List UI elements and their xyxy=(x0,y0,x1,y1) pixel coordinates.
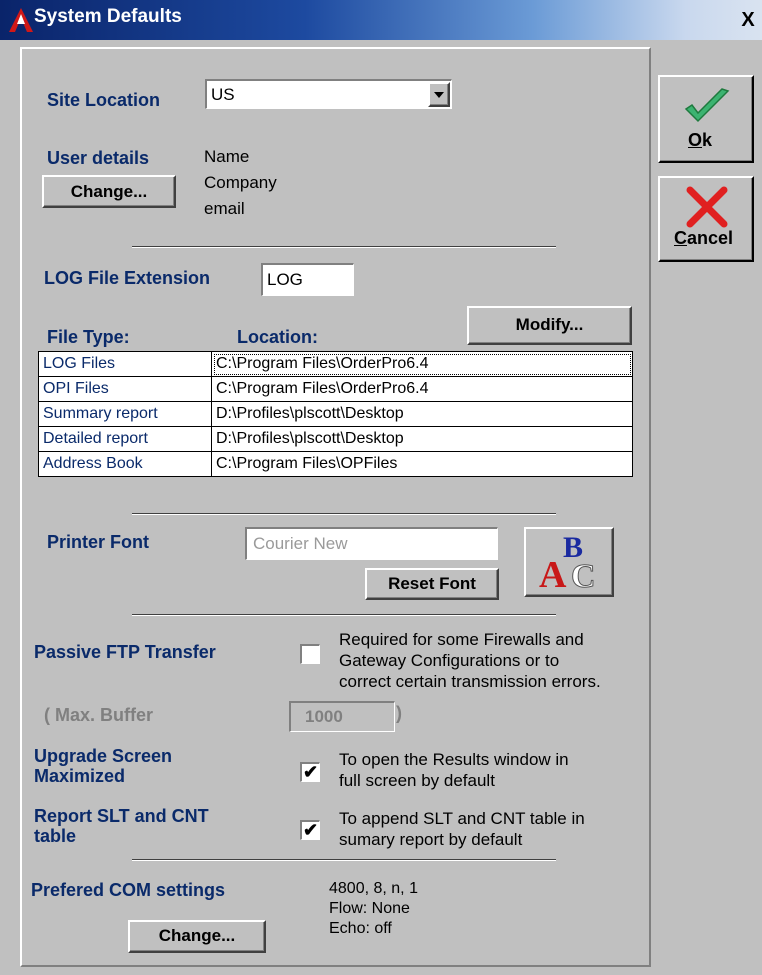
description-line: To append SLT and CNT table in xyxy=(339,809,585,828)
svg-text:A: A xyxy=(539,554,567,593)
separator xyxy=(132,859,556,861)
window-title: System Defaults xyxy=(34,6,182,27)
description-line: full screen by default xyxy=(339,771,495,790)
passive-ftp-label: Passive FTP Transfer xyxy=(34,642,216,662)
description-line: sumary report by default xyxy=(339,830,523,849)
label-line: Report SLT and CNT xyxy=(34,806,209,826)
max-buffer-label: ( Max. Buffer xyxy=(44,705,154,725)
ok-label: Ok xyxy=(688,130,712,151)
site-location-select[interactable]: US xyxy=(205,79,452,109)
chevron-down-icon xyxy=(434,92,444,98)
upgrade-screen-checkbox[interactable]: ✔ xyxy=(300,762,320,782)
table-row[interactable]: Address Book C:\Program Files\OPFiles xyxy=(38,451,633,477)
app-logo-icon xyxy=(9,8,33,32)
red-x-icon xyxy=(686,186,728,228)
log-extension-input[interactable]: LOG xyxy=(261,263,354,296)
log-extension-label: LOG File Extension xyxy=(44,268,211,288)
cancel-button[interactable]: Cancel xyxy=(658,176,754,262)
user-company: Company xyxy=(204,173,277,192)
description-line: Required for some Firewalls and xyxy=(339,630,584,649)
com-line: Flow: None xyxy=(329,900,410,917)
cancel-label-rest: ancel xyxy=(687,228,734,248)
font-abc-icon: B A C xyxy=(539,531,596,596)
com-settings-info: 4800, 8, n, 1 Flow: None Echo: off xyxy=(329,879,418,939)
table-row[interactable]: Detailed report D:\Profiles\plscott\Desk… xyxy=(38,426,633,452)
user-details-label: User details xyxy=(47,148,150,168)
file-location-table: LOG Files C:\Program Files\OrderPro6.4 O… xyxy=(38,351,633,477)
separator xyxy=(132,513,556,515)
separator xyxy=(132,614,556,616)
dropdown-arrow-button[interactable] xyxy=(428,82,450,107)
user-email: email xyxy=(204,199,245,218)
label-line: Upgrade Screen xyxy=(34,746,173,766)
report-slt-label: Report SLT and CNT table xyxy=(34,806,209,846)
separator xyxy=(132,246,556,248)
ok-label-rest: k xyxy=(702,130,713,150)
file-type-cell: OPI Files xyxy=(38,376,212,402)
description-line: To open the Results window in xyxy=(339,750,569,769)
ok-accelerator: O xyxy=(688,130,703,150)
cancel-label: Cancel xyxy=(674,228,733,249)
max-buffer-paren: ) xyxy=(396,703,402,723)
file-type-cell: Detailed report xyxy=(38,426,212,452)
com-line: 4800, 8, n, 1 xyxy=(329,880,418,897)
file-type-header: File Type: xyxy=(47,327,130,347)
location-cell: C:\Program Files\OrderPro6.4 xyxy=(211,351,633,377)
description-line: Gateway Configurations or to xyxy=(339,651,560,670)
passive-ftp-checkbox[interactable] xyxy=(300,644,320,664)
site-location-value: US xyxy=(211,85,235,104)
location-cell: C:\Program Files\OrderPro6.4 xyxy=(211,376,633,402)
table-row[interactable]: LOG Files C:\Program Files\OrderPro6.4 xyxy=(38,351,633,377)
label-line: table xyxy=(34,826,77,846)
checkmark-icon xyxy=(684,88,730,123)
user-name: Name xyxy=(204,147,250,166)
printer-font-label: Printer Font xyxy=(47,532,149,552)
file-type-cell: Address Book xyxy=(38,451,212,477)
svg-text:C: C xyxy=(571,558,596,593)
report-slt-checkbox[interactable]: ✔ xyxy=(300,820,320,840)
table-row[interactable]: Summary report D:\Profiles\plscott\Deskt… xyxy=(38,401,633,427)
upgrade-screen-description: To open the Results window in full scree… xyxy=(339,749,569,791)
font-picker-button[interactable]: B A C xyxy=(524,527,614,597)
user-details-info: Name Company email xyxy=(204,144,277,222)
file-type-cell: LOG Files xyxy=(38,351,212,377)
passive-ftp-description: Required for some Firewalls and Gateway … xyxy=(339,629,601,692)
report-slt-description: To append SLT and CNT table in sumary re… xyxy=(339,808,585,850)
file-type-cell: Summary report xyxy=(38,401,212,427)
user-details-change-button[interactable]: Change... xyxy=(42,175,176,208)
location-header: Location: xyxy=(237,327,318,347)
ok-button[interactable]: Ok xyxy=(658,75,754,163)
location-cell: C:\Program Files\OPFiles xyxy=(211,451,633,477)
upgrade-screen-label: Upgrade Screen Maximized xyxy=(34,746,172,786)
com-settings-label: Prefered COM settings xyxy=(31,880,226,900)
site-location-label: Site Location xyxy=(47,90,161,110)
label-line: Maximized xyxy=(34,766,126,786)
table-row[interactable]: OPI Files C:\Program Files\OrderPro6.4 xyxy=(38,376,633,402)
reset-font-button[interactable]: Reset Font xyxy=(365,568,499,600)
printer-font-field: Courier New xyxy=(245,527,498,560)
com-line: Echo: off xyxy=(329,920,392,937)
max-buffer-input: 1000 xyxy=(289,701,395,732)
location-cell: D:\Profiles\plscott\Desktop xyxy=(211,426,633,452)
close-icon[interactable]: X xyxy=(738,9,758,31)
com-settings-change-button[interactable]: Change... xyxy=(128,920,266,953)
location-cell: D:\Profiles\plscott\Desktop xyxy=(211,401,633,427)
modify-button[interactable]: Modify... xyxy=(467,306,632,345)
description-line: correct certain transmission errors. xyxy=(339,672,601,691)
cancel-accelerator: C xyxy=(674,228,687,248)
